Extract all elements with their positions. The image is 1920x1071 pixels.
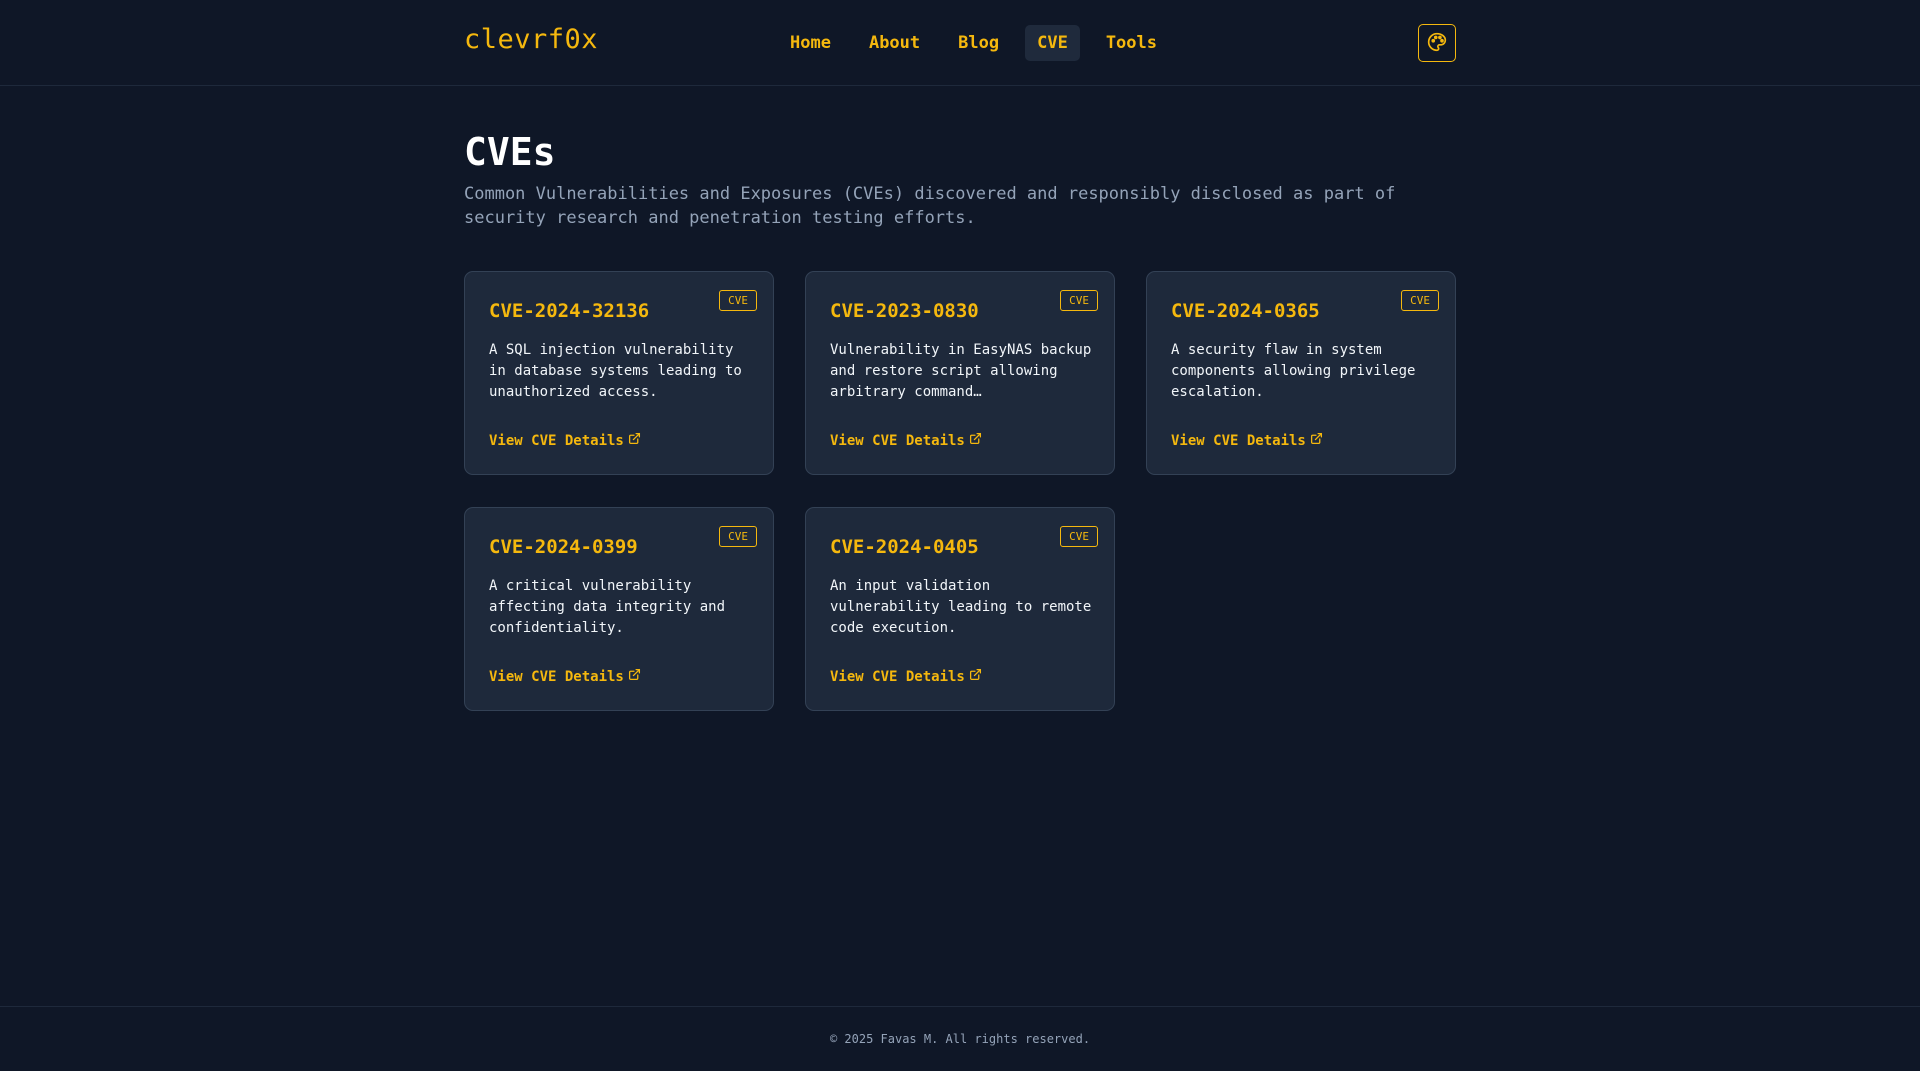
view-cve-details-link[interactable]: View CVE Details [830,668,982,685]
cve-card-description: A SQL injection vulnerability in databas… [489,342,742,400]
view-cve-details-link[interactable]: View CVE Details [489,432,641,449]
view-cve-details-label: View CVE Details [830,432,965,449]
main-nav: Home About Blog CVE Tools [778,25,1169,61]
theme-toggle-button[interactable] [1418,24,1456,62]
cve-card: CVE-2024-0405 CVE An input validation vu… [805,507,1115,711]
cve-badge: CVE [1060,526,1098,547]
view-cve-details-link[interactable]: View CVE Details [1171,432,1323,449]
cve-card: CVE-2023-0830 CVE Vulnerability in EasyN… [805,271,1115,475]
cve-badge: CVE [1060,290,1098,311]
cve-card-title: CVE-2024-0405 [830,536,979,558]
nav-cve[interactable]: CVE [1025,25,1080,61]
view-cve-details-label: View CVE Details [489,432,624,449]
cve-card-title: CVE-2023-0830 [830,300,979,322]
cve-card: CVE-2024-0365 CVE A security flaw in sys… [1146,271,1456,475]
cve-badge: CVE [719,526,757,547]
view-cve-details-link[interactable]: View CVE Details [489,668,641,685]
cve-card-description: Vulnerability in EasyNAS backup and rest… [830,342,1092,400]
page-description: Common Vulnerabilities and Exposures (CV… [464,184,1396,228]
cve-badge: CVE [1401,290,1439,311]
copyright-text: © 2025 Favas M. All rights reserved. [829,1032,1091,1046]
nav-home[interactable]: Home [778,25,843,61]
external-link-icon [969,432,982,449]
page-title: CVEs [464,130,556,174]
site-header: clevrf0x Home About Blog CVE Tools [0,0,1920,86]
cve-card-description: A critical vulnerability affecting data … [489,578,726,636]
cve-card-description: A security flaw in system components all… [1171,342,1416,400]
view-cve-details-label: View CVE Details [489,668,624,685]
nav-blog[interactable]: Blog [946,25,1011,61]
palette-icon [1427,32,1447,55]
external-link-icon [628,668,641,685]
view-cve-details-label: View CVE Details [1171,432,1306,449]
cve-card-title: CVE-2024-0365 [1171,300,1320,322]
cve-badge: CVE [719,290,757,311]
brand-logo[interactable]: clevrf0x [464,24,598,55]
nav-tools[interactable]: Tools [1094,25,1169,61]
view-cve-details-label: View CVE Details [830,668,965,685]
cve-card: CVE-2024-32136 CVE A SQL injection vulne… [464,271,774,475]
nav-about[interactable]: About [857,25,932,61]
view-cve-details-link[interactable]: View CVE Details [830,432,982,449]
cve-card: CVE-2024-0399 CVE A critical vulnerabili… [464,507,774,711]
cve-card-description: An input validation vulnerability leadin… [830,578,1092,636]
external-link-icon [969,668,982,685]
external-link-icon [1310,432,1323,449]
site-footer: © 2025 Favas M. All rights reserved. [0,1006,1920,1071]
external-link-icon [628,432,641,449]
cve-card-title: CVE-2024-32136 [489,300,650,322]
cve-card-title: CVE-2024-0399 [489,536,638,558]
